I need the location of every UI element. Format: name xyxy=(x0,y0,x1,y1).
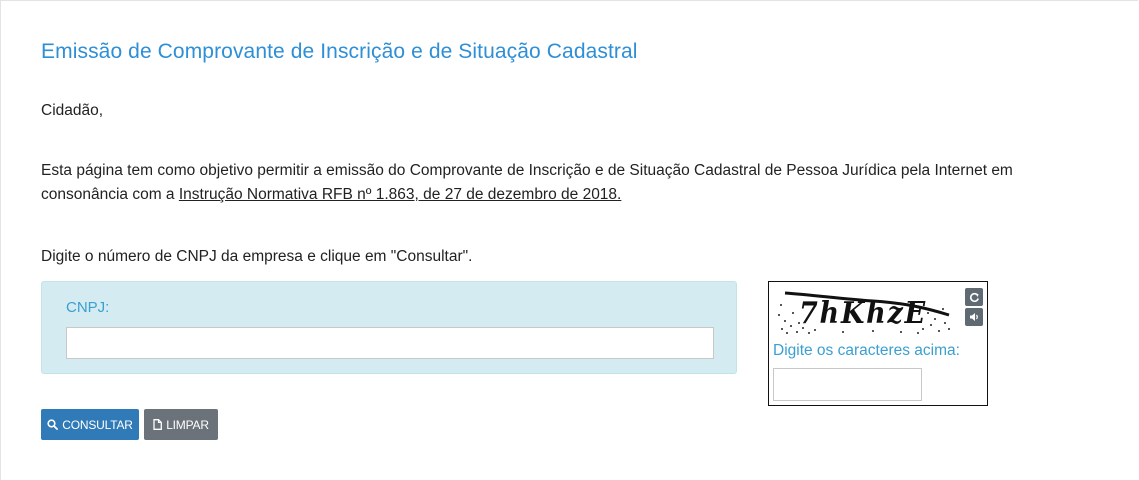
captcha-refresh-button[interactable] xyxy=(965,288,983,306)
limpar-label: LIMPAR xyxy=(166,417,209,432)
instruction-text: Digite o número de CNPJ da empresa e cli… xyxy=(41,248,473,265)
captcha-image: 7hKhzE xyxy=(773,285,955,337)
consultar-button[interactable]: CONSULTAR xyxy=(41,409,139,440)
cnpj-panel: CNPJ: xyxy=(41,281,737,374)
audio-icon xyxy=(969,313,978,321)
page-title: Emissão de Comprovante de Inscrição e de… xyxy=(41,40,638,63)
captcha-label: Digite os caracteres acima: xyxy=(773,342,960,359)
cnpj-input[interactable] xyxy=(66,327,714,359)
refresh-icon xyxy=(969,292,979,302)
intro-paragraph: Esta página tem como objetivo permitir a… xyxy=(41,159,1081,207)
page-frame xyxy=(0,0,1138,480)
captcha-audio-button[interactable] xyxy=(965,308,983,326)
cnpj-label: CNPJ: xyxy=(66,299,110,316)
file-icon xyxy=(153,419,163,430)
normative-instruction-link[interactable]: Instrução Normativa RFB nº 1.863, de 27 … xyxy=(179,186,622,203)
captcha-text: 7hKhzE xyxy=(799,296,927,331)
limpar-button[interactable]: LIMPAR xyxy=(144,409,218,440)
consultar-label: CONSULTAR xyxy=(62,417,133,432)
greeting-text: Cidadão, xyxy=(41,102,104,119)
captcha-widget: 7hKhzE Digite os caracteres acima: xyxy=(768,281,988,406)
search-icon xyxy=(47,419,59,430)
captcha-input[interactable] xyxy=(773,368,922,401)
